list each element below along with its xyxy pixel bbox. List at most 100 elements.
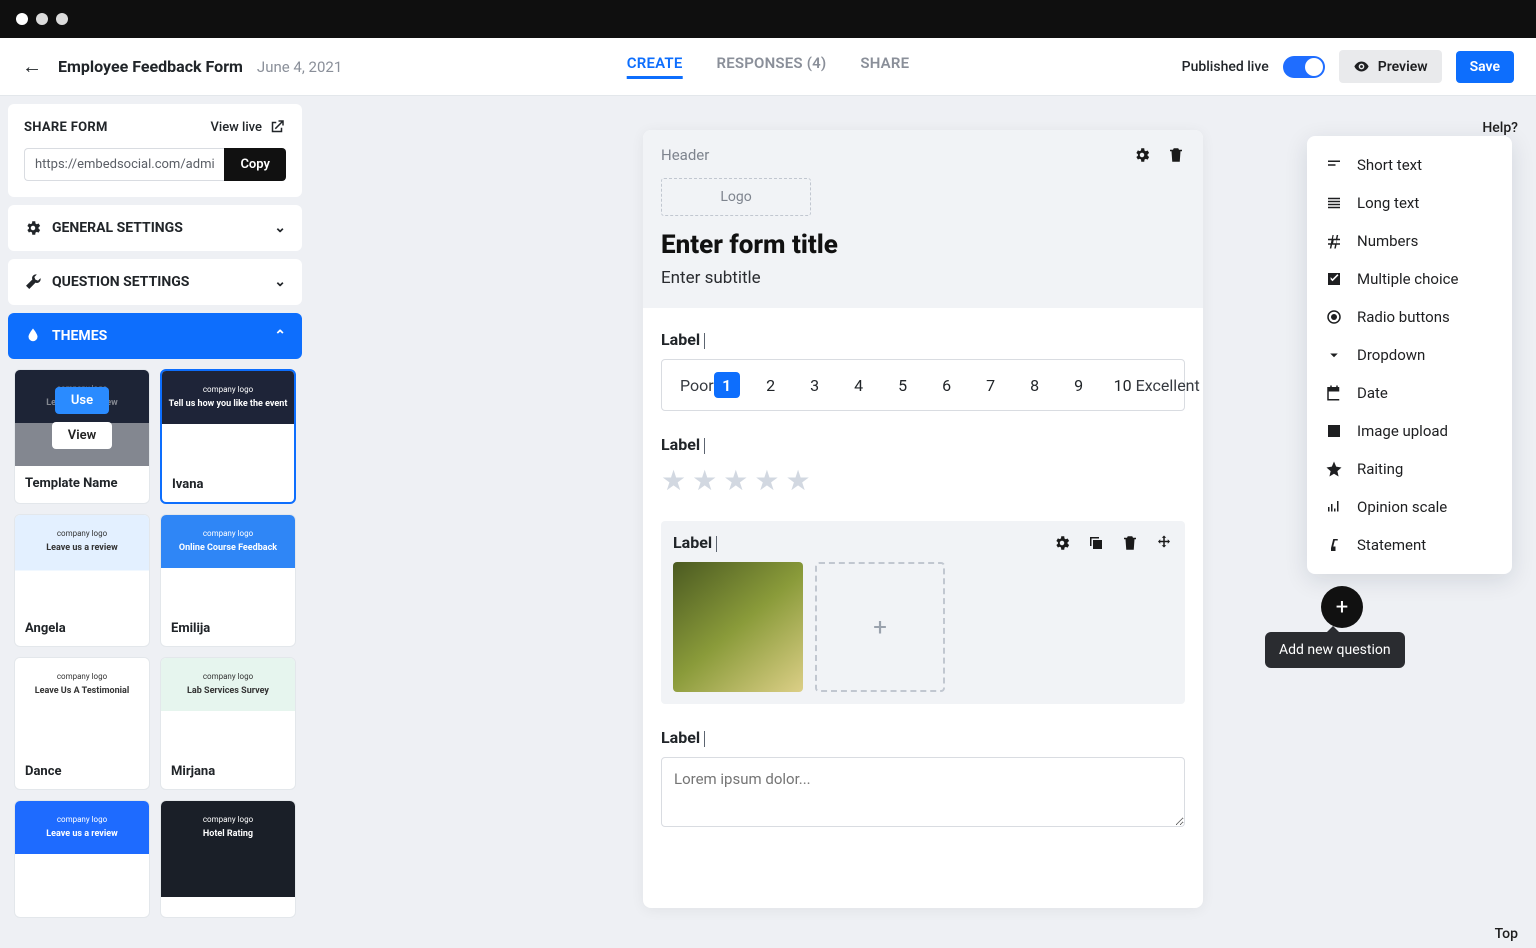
tab-share[interactable]: SHARE	[860, 54, 909, 79]
back-arrow-icon[interactable]: ←	[22, 54, 42, 79]
theme-template[interactable]: company logoLeave us a reviewAngela	[14, 514, 150, 647]
question-settings-accordion[interactable]: QUESTION SETTINGS ⌄	[8, 259, 302, 305]
page-title: Employee Feedback Form	[58, 57, 243, 76]
qt-item-short-text[interactable]: Short text	[1307, 146, 1512, 184]
trash-icon[interactable]	[1121, 534, 1139, 552]
add-question-button[interactable]: +	[1321, 586, 1363, 628]
question-rating: Label ★ ★ ★ ★ ★	[661, 435, 1185, 497]
add-image-slot[interactable]: +	[815, 562, 945, 692]
qt-item-image-upload[interactable]: Image upload	[1307, 412, 1512, 450]
theme-template[interactable]: company logo Tell us how you like the eve…	[160, 369, 296, 504]
help-link[interactable]: Help?	[1482, 120, 1518, 136]
qt-item-label: Long text	[1357, 194, 1419, 212]
question-label[interactable]: Label	[661, 330, 700, 349]
question-image-upload-selected[interactable]: Label +	[661, 521, 1185, 704]
template-use-button[interactable]: Use	[55, 387, 109, 414]
qt-item-radio-buttons[interactable]: Radio buttons	[1307, 298, 1512, 336]
save-button[interactable]: Save	[1456, 51, 1514, 83]
scale-option[interactable]: 2	[758, 372, 784, 398]
form-title-input[interactable]: Enter form title	[661, 230, 1185, 260]
star-icon[interactable]: ★	[723, 464, 748, 497]
question-label[interactable]: Label	[673, 533, 712, 552]
qt-item-opinion-scale[interactable]: Opinion scale	[1307, 488, 1512, 526]
scale-option[interactable]: 6	[934, 372, 960, 398]
question-label[interactable]: Label	[661, 435, 700, 454]
move-icon[interactable]	[1155, 534, 1173, 552]
scale-option[interactable]: 8	[1022, 372, 1048, 398]
template-name: Ivana	[162, 467, 294, 502]
theme-template[interactable]: company logoLeave us a review	[14, 800, 150, 918]
qt-item-date[interactable]: Date	[1307, 374, 1512, 412]
form-subtitle-input[interactable]: Enter subtitle	[661, 268, 1185, 288]
themes-accordion[interactable]: THEMES ⌃	[8, 313, 302, 359]
template-name: Mirjana	[161, 754, 295, 789]
gear-icon[interactable]	[1133, 146, 1151, 164]
trash-icon[interactable]	[1167, 146, 1185, 164]
scale-option[interactable]: 10	[1110, 372, 1136, 398]
theme-template[interactable]: company logoHotel Rating	[160, 800, 296, 918]
template-view-button[interactable]: View	[52, 422, 112, 449]
main-tabs: CREATE RESPONSES (4) SHARE	[627, 54, 910, 79]
tab-responses[interactable]: RESPONSES (4)	[716, 54, 826, 79]
text-cursor	[704, 333, 705, 349]
gear-icon[interactable]	[1053, 534, 1071, 552]
star-icon[interactable]: ★	[661, 464, 686, 497]
share-form-panel: SHARE FORM View live Copy	[8, 104, 302, 197]
page-date: June 4, 2021	[257, 58, 342, 76]
themes-label: THEMES	[52, 328, 107, 344]
template-thumb: company logoHotel Rating	[161, 801, 295, 897]
preview-button[interactable]: Preview	[1339, 50, 1442, 83]
star-icon[interactable]: ★	[754, 464, 779, 497]
copy-url-button[interactable]: Copy	[224, 148, 286, 181]
scale-low-label: Poor	[680, 376, 714, 395]
qt-item-numbers[interactable]: Numbers	[1307, 222, 1512, 260]
qt-item-multiple-choice[interactable]: Multiple choice	[1307, 260, 1512, 298]
general-settings-accordion[interactable]: GENERAL SETTINGS ⌄	[8, 205, 302, 251]
scale-option[interactable]: 9	[1066, 372, 1092, 398]
scale-option[interactable]: 7	[978, 372, 1004, 398]
view-live-link[interactable]: View live	[210, 118, 286, 136]
question-opinion-scale: Label Poor 12345678910 Excellent	[661, 330, 1185, 411]
question-type-panel: Short text Long text Numbers Multiple choic…	[1307, 136, 1512, 668]
theme-template[interactable]: company logoLab Services SurveyMirjana	[160, 657, 296, 790]
theme-template[interactable]: company logoOnline Course FeedbackEmilij…	[160, 514, 296, 647]
scale-option[interactable]: 5	[890, 372, 916, 398]
traffic-light-dot[interactable]	[16, 13, 28, 25]
scale-option[interactable]: 4	[846, 372, 872, 398]
share-url-input[interactable]	[24, 148, 224, 181]
thumb-headline: Tell us how you like the event	[162, 399, 294, 409]
share-form-title: SHARE FORM	[24, 120, 108, 135]
question-label[interactable]: Label	[661, 728, 700, 747]
scale-option[interactable]: 1	[714, 372, 740, 398]
template-thumb: company logo Tell us how you like the eve…	[162, 371, 294, 467]
thumb-company: company logo	[161, 529, 295, 538]
tab-create[interactable]: CREATE	[627, 54, 683, 79]
traffic-light-dot[interactable]	[56, 13, 68, 25]
opinion-scale: Poor 12345678910 Excellent	[661, 359, 1185, 411]
thumb-company: company logo	[15, 529, 149, 538]
theme-template[interactable]: company logoLeave us a reviewUseViewTemp…	[14, 369, 150, 504]
thumb-company: company logo	[161, 815, 295, 824]
scale-option[interactable]: 3	[802, 372, 828, 398]
star-icon[interactable]: ★	[785, 464, 810, 497]
thumb-company: company logo	[162, 385, 294, 394]
star-icon[interactable]: ★	[692, 464, 717, 497]
theme-template[interactable]: company logoLeave Us A TestimonialDance	[14, 657, 150, 790]
chevron-down-icon: ⌄	[274, 220, 286, 236]
qt-item-dropdown[interactable]: Dropdown	[1307, 336, 1512, 374]
back-to-top-link[interactable]: Top	[1495, 926, 1518, 942]
qt-item-long-text[interactable]: Long text	[1307, 184, 1512, 222]
duplicate-icon[interactable]	[1087, 534, 1105, 552]
template-name	[15, 897, 149, 917]
traffic-light-dot[interactable]	[36, 13, 48, 25]
thumb-company: company logo	[15, 672, 149, 681]
qt-item-statement[interactable]: Statement	[1307, 526, 1512, 564]
logo-placeholder[interactable]: Logo	[661, 178, 811, 216]
text-answer-input[interactable]	[661, 757, 1185, 827]
uploaded-image[interactable]	[673, 562, 803, 692]
opinion-scale-icon	[1325, 498, 1343, 516]
qt-item-label: Opinion scale	[1357, 498, 1447, 516]
qt-item-label: Multiple choice	[1357, 270, 1458, 288]
qt-item-raiting[interactable]: Raiting	[1307, 450, 1512, 488]
published-toggle[interactable]	[1283, 56, 1325, 78]
